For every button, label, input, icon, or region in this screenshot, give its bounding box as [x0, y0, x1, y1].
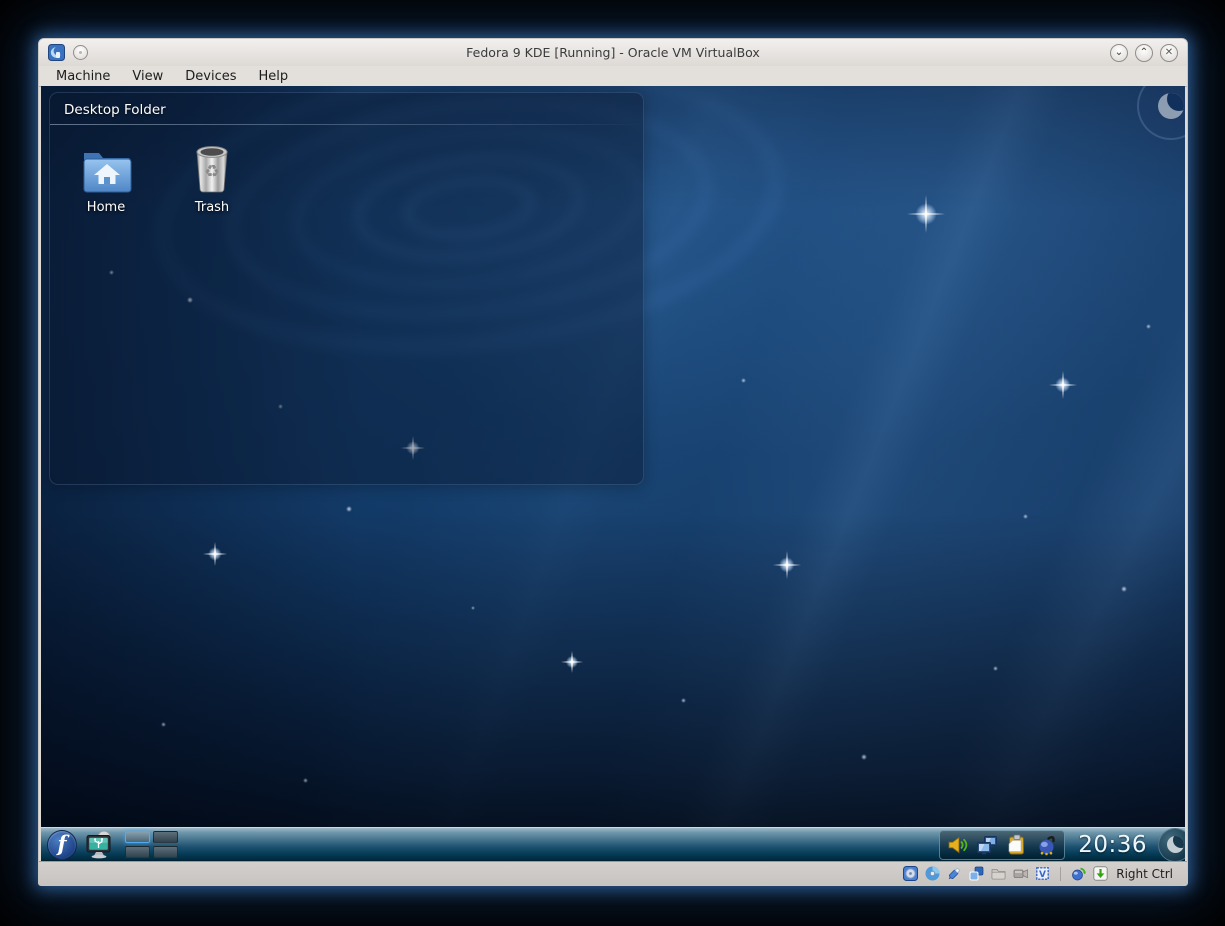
- window-title: Fedora 9 KDE [Running] - Oracle VM Virtu…: [39, 45, 1187, 60]
- folder-view-title: Desktop Folder: [50, 93, 643, 118]
- hard-disk-icon[interactable]: [902, 865, 919, 882]
- star-sparkle: [773, 551, 801, 579]
- menu-help[interactable]: Help: [250, 68, 298, 85]
- fedora-logo-icon: f: [57, 833, 66, 854]
- home-folder-icon: [80, 141, 132, 193]
- kickoff-menu-button[interactable]: f: [47, 830, 77, 860]
- mouse-integration-icon[interactable]: [1070, 865, 1087, 882]
- menu-view[interactable]: View: [123, 68, 172, 85]
- star-sparkle: [907, 195, 945, 233]
- star-sparkle: [1049, 371, 1077, 399]
- virtualbox-window: Fedora 9 KDE [Running] - Oracle VM Virtu…: [38, 38, 1188, 886]
- desktop-icon-label: Home: [87, 200, 125, 215]
- menu-devices[interactable]: Devices: [176, 68, 245, 85]
- volume-icon[interactable]: [946, 834, 968, 856]
- clipboard-icon[interactable]: [1006, 834, 1028, 856]
- kde-panel: f: [41, 827, 1185, 861]
- notifier-bug-icon[interactable]: [1036, 834, 1058, 856]
- shared-clipboard-icon[interactable]: [968, 865, 985, 882]
- desktop-icon-home[interactable]: Home: [68, 141, 144, 215]
- desktop-icon-trash[interactable]: ♻ Trash: [174, 141, 250, 215]
- menu-machine[interactable]: Machine: [47, 68, 119, 85]
- desktop-pager[interactable]: [125, 831, 178, 858]
- maximize-button[interactable]: ⌃: [1135, 44, 1153, 62]
- titlebar[interactable]: Fedora 9 KDE [Running] - Oracle VM Virtu…: [39, 39, 1187, 66]
- svg-text:V: V: [1039, 870, 1046, 880]
- menubar: Machine View Devices Help: [39, 66, 1187, 87]
- desktop-icon-label: Trash: [195, 200, 229, 215]
- virtualization-chip-icon[interactable]: V: [1034, 865, 1051, 882]
- pager-desktop-1[interactable]: [125, 831, 150, 843]
- close-button[interactable]: ✕: [1160, 44, 1178, 62]
- device-notifier-icon[interactable]: [84, 830, 114, 860]
- svg-text:♻: ♻: [204, 162, 219, 182]
- panel-clock[interactable]: 20:36: [1078, 832, 1147, 858]
- minimize-button[interactable]: ⌄: [1110, 44, 1128, 62]
- hostkey-capture-icon[interactable]: [1092, 865, 1109, 882]
- pager-desktop-4[interactable]: [153, 846, 178, 858]
- hostkey-label: Right Ctrl: [1116, 867, 1173, 881]
- network-adapter-icon[interactable]: [946, 865, 963, 882]
- system-tray: [939, 830, 1065, 860]
- video-capture-icon[interactable]: [1012, 865, 1029, 882]
- cd-dvd-icon[interactable]: [924, 865, 941, 882]
- vm-window-icon: [48, 44, 65, 61]
- star-sparkle: [561, 651, 583, 673]
- pager-desktop-3[interactable]: [125, 846, 150, 858]
- desktop-folder-widget[interactable]: Desktop Folder: [49, 92, 644, 485]
- statusbar-separator: [1060, 867, 1061, 881]
- trash-icon: ♻: [193, 141, 231, 193]
- guest-screen[interactable]: Desktop Folder: [41, 86, 1185, 861]
- shared-folders-icon[interactable]: [990, 865, 1007, 882]
- vbox-statusbar: V Right Ctrl: [39, 861, 1187, 885]
- network-monitors-icon[interactable]: [976, 834, 998, 856]
- panel-cashew-icon[interactable]: [1158, 828, 1185, 862]
- star-sparkle: [203, 542, 227, 566]
- pager-desktop-2[interactable]: [153, 831, 178, 843]
- screenshot-root: Fedora 9 KDE [Running] - Oracle VM Virtu…: [0, 0, 1225, 926]
- window-menu-button[interactable]: [73, 45, 88, 60]
